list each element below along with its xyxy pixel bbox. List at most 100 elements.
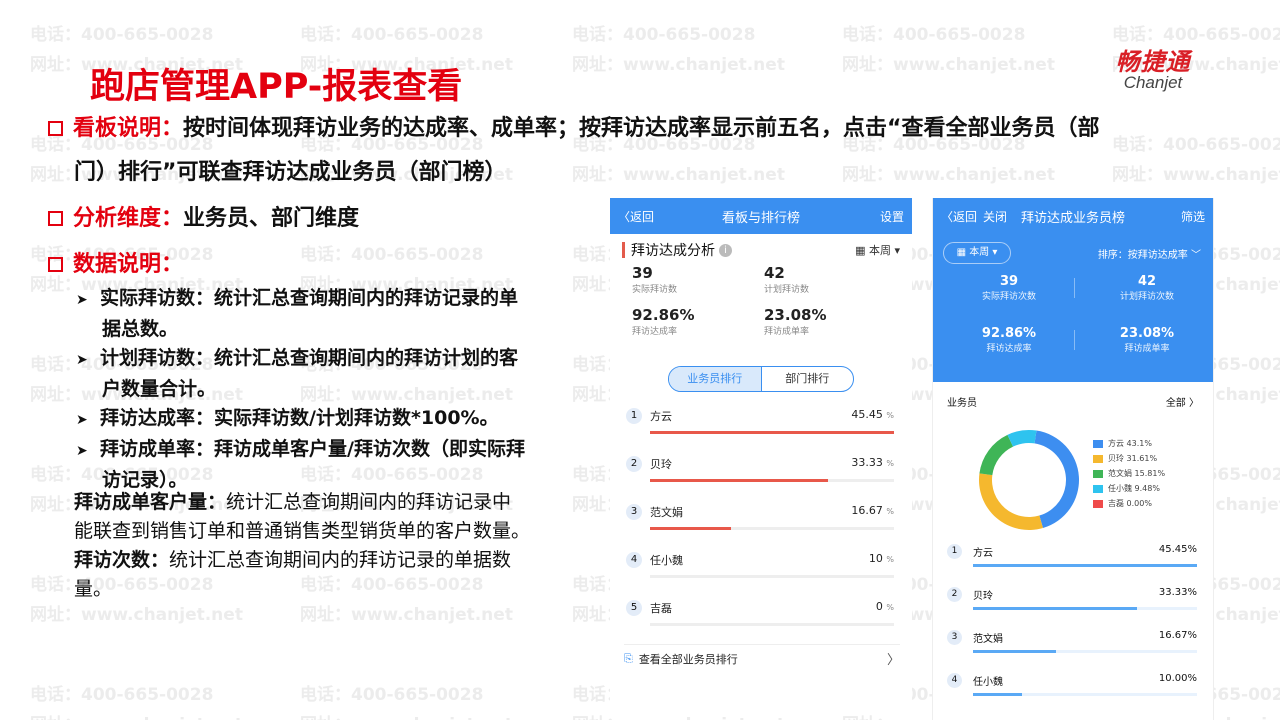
rate-value: 10.00% — [1158, 673, 1197, 684]
stat-order-rate: 23.08% 拜访成单率 — [764, 306, 827, 337]
progress-track — [650, 431, 894, 434]
logo-cn: 畅捷通 — [1115, 48, 1191, 76]
legend-swatch — [1093, 454, 1103, 463]
stat-actual: 39 实际拜访次数 — [981, 274, 1036, 302]
progress-track — [650, 575, 894, 578]
progress-track — [973, 650, 1197, 653]
checkbox-icon — [48, 257, 63, 272]
checkbox-icon — [48, 211, 63, 226]
legend-swatch — [1093, 439, 1103, 448]
note-line: 能联查到销售订单和普通销售类型销货单的客户数量。 — [74, 520, 531, 542]
nav-title: 看板与排行榜 — [721, 210, 800, 226]
progress-track — [650, 623, 894, 626]
legend-swatch — [1093, 499, 1103, 508]
bullet-text: 按时间体现拜访业务的达成率、成单率；按拜访达成率显示前五名，点击“查看全部业务员… — [183, 116, 1100, 141]
donut-slice — [979, 473, 1043, 530]
phone-ranking: 拜访达成业务员榜 〈返回 关闭 筛选 ▦ 本周 ▾ 排序：按拜访达成率 ﹀ 39… — [932, 198, 1214, 720]
table-row[interactable]: 1 方云 45.45 % — [624, 400, 894, 448]
legend-item: 方云 43.1% — [1093, 436, 1165, 451]
sub-list: ➤ 实际拜访数：统计汇总查询期间内的拜访记录的单 据总数。 ➤ 计划拜访数：统计汇总… — [76, 284, 576, 495]
salesman-name: 贝玲 — [973, 591, 993, 602]
note-line: 量。 — [74, 578, 113, 600]
back-button[interactable]: 〈返回 — [618, 208, 654, 225]
back-button[interactable]: 〈返回 — [941, 208, 977, 225]
watermark-phone: 电话：400-665-0028 — [842, 25, 1026, 45]
legend-item: 范文娟 15.81% — [1093, 466, 1165, 481]
info-icon[interactable]: i — [719, 243, 732, 257]
settings-button[interactable]: 设置 — [880, 208, 904, 225]
watermark-site: 网址：www.chanjet.net — [572, 165, 785, 185]
note-line: 拜访次数：统计汇总查询期间内的拜访记录的单据数 — [74, 549, 512, 571]
watermark-phone: 电话：400-665-0028 — [1112, 135, 1280, 155]
rate-value: 16.67 % — [851, 504, 894, 517]
arrow-icon: ➤ — [76, 443, 88, 459]
tab-salesman[interactable]: 业务员排行 — [669, 367, 761, 391]
rank-badge: 4 — [626, 552, 642, 568]
bullet-text: 业务员、部门维度 — [183, 206, 360, 231]
page-title: 跑店管理APP-报表查看 — [90, 67, 463, 107]
rate-value: 16.67% — [1158, 630, 1197, 641]
all-button[interactable]: 全部 〉 — [1166, 394, 1199, 409]
nav-bar: 拜访达成业务员榜 〈返回 关闭 筛选 — [933, 198, 1213, 234]
table-row[interactable]: 2 贝玲 33.33% — [947, 581, 1197, 623]
stat-rate: 92.86% 拜访达成率 — [632, 306, 695, 337]
rank-badge: 2 — [626, 456, 642, 472]
salesman-name: 任小魏 — [650, 554, 683, 567]
rank-badge: 1 — [626, 408, 642, 424]
table-row[interactable]: 3 范文娟 16.67 % — [624, 496, 894, 544]
list-label: 业务员 — [947, 398, 977, 409]
section-title: 拜访达成分析 — [631, 243, 715, 259]
chevron-right-icon: 〉 — [886, 653, 900, 668]
progress-fill — [650, 431, 894, 434]
watermark-phone: 电话：400-665-0028 — [300, 685, 484, 705]
table-row[interactable]: 3 范文娟 16.67% — [947, 624, 1197, 666]
tab-department[interactable]: 部门排行 — [760, 367, 854, 391]
divider — [1074, 278, 1075, 298]
sort-select[interactable]: 排序：按拜访达成率 ﹀ — [1098, 246, 1201, 261]
rank-badge: 2 — [947, 587, 962, 602]
logo-en: Chanjet — [1123, 73, 1183, 92]
legend-swatch — [1093, 484, 1103, 493]
bullet-board-cont: 门）排行”可联查拜访达成业务员（部门榜） — [74, 160, 507, 185]
bullet-key: 数据说明： — [73, 252, 184, 277]
progress-fill — [973, 650, 1056, 653]
watermark-site: 网址：www.chanjet.net — [842, 55, 1055, 75]
table-row[interactable]: 4 任小魏 10.00% — [947, 667, 1197, 709]
stat-planned: 42 计划拜访数 — [764, 264, 810, 295]
rank-badge: 5 — [626, 600, 642, 616]
table-row[interactable]: 1 方云 45.45% — [947, 538, 1197, 580]
salesman-name: 贝玲 — [650, 458, 672, 471]
period-select[interactable]: ▦ 本周 ▾ — [943, 242, 1011, 264]
table-row[interactable]: 2 贝玲 33.33 % — [624, 448, 894, 496]
watermark-phone: 电话：400-665-0028 — [30, 25, 214, 45]
rate-value: 45.45 % — [851, 408, 894, 421]
progress-track — [973, 693, 1197, 696]
checkbox-icon — [48, 121, 63, 136]
table-row[interactable]: 5 吉磊 0 % — [624, 592, 894, 640]
rank-badge: 3 — [947, 630, 962, 645]
rate-value: 33.33% — [1158, 587, 1197, 598]
arrow-icon: ➤ — [76, 292, 88, 308]
close-button[interactable]: 关闭 — [983, 208, 1007, 225]
progress-track — [650, 479, 894, 482]
donut-slice — [979, 434, 1014, 476]
nav-bar: 看板与排行榜 〈返回 设置 — [610, 198, 912, 234]
view-all-label: 查看全部业务员排行 — [638, 652, 738, 666]
section-header: 拜访达成分析 i ▦ 本周 ▾ — [610, 234, 912, 266]
bullet-key: 分析维度： — [73, 206, 184, 231]
watermark-site: 网址：www.chanjet.net — [300, 710, 513, 720]
stat-order-rate: 23.08% 拜访成单率 — [1119, 326, 1175, 354]
watermark-phone: 电话：400-665-0028 — [300, 25, 484, 45]
rank-badge: 3 — [626, 504, 642, 520]
view-all-link[interactable]: ⎘ 查看全部业务员排行 〉 — [624, 644, 900, 672]
table-row[interactable]: 4 任小魏 10 % — [624, 544, 894, 592]
bullet-dimension: 分析维度：业务员、部门维度 — [48, 200, 359, 238]
legend-item: 吉磊 0.00% — [1093, 496, 1165, 511]
note-line: 拜访成单客户量：统计汇总查询期间内的拜访记录中 — [74, 491, 512, 513]
list-item: ➤ 实际拜访数：统计汇总查询期间内的拜访记录的单 — [76, 284, 576, 315]
legend-item: 贝玲 31.61% — [1093, 451, 1165, 466]
watermark-phone: 电话：400-665-0028 — [300, 245, 484, 265]
filter-button[interactable]: 筛选 — [1181, 208, 1205, 225]
period-select[interactable]: ▦ 本周 ▾ — [855, 242, 900, 258]
list-item-cont: 据总数。 — [102, 318, 179, 340]
